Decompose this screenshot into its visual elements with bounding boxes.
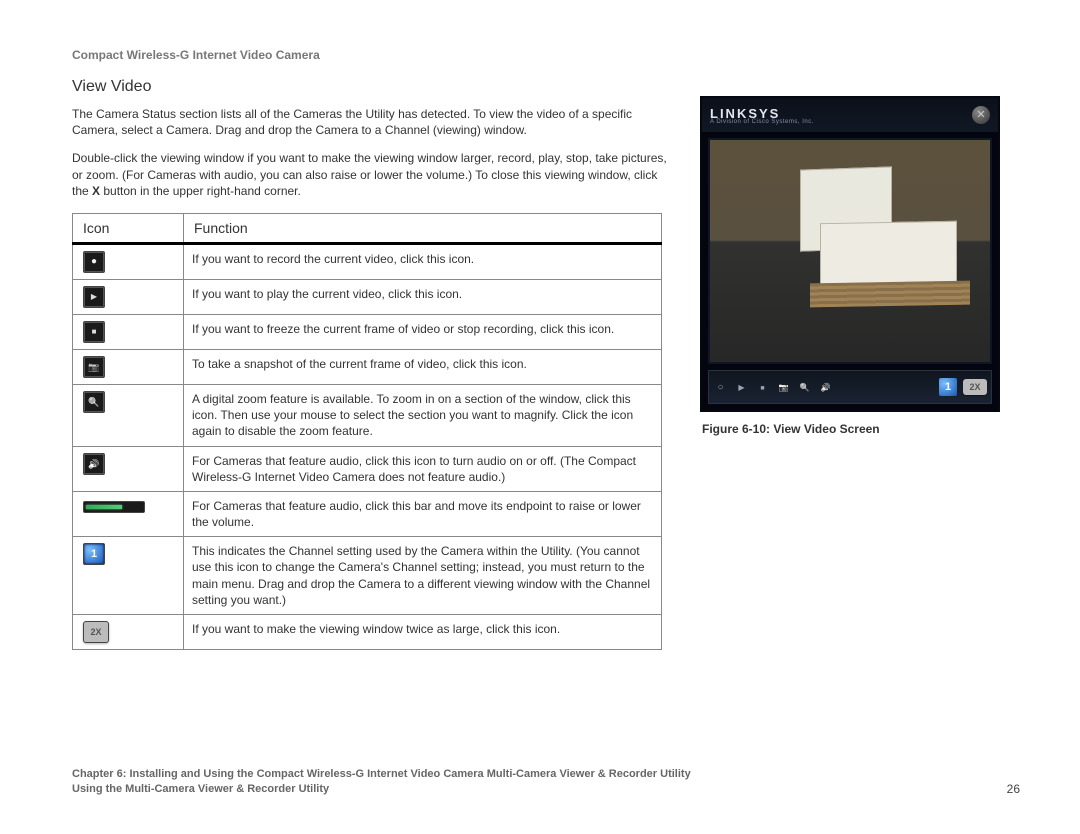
row-text: If you want to play the current video, c… xyxy=(184,279,662,314)
row-text: A digital zoom feature is available. To … xyxy=(184,384,662,446)
play-icon[interactable] xyxy=(734,380,749,395)
footer-line-2: Using the Multi-Camera Viewer & Recorder… xyxy=(72,782,691,796)
twox-icon[interactable] xyxy=(963,379,987,395)
video-content-stack xyxy=(810,281,970,308)
table-row: A digital zoom feature is available. To … xyxy=(73,384,662,446)
th-icon: Icon xyxy=(73,213,184,243)
audio-icon[interactable] xyxy=(818,380,833,395)
icon-function-table: Icon Function If you want to record the … xyxy=(72,213,662,650)
video-area[interactable] xyxy=(708,138,992,364)
figure-titlebar: LINKSYS A Division of Cisco Systems, Inc… xyxy=(702,98,998,132)
row-text: If you want to make the viewing window t… xyxy=(184,615,662,650)
para2-post: button in the upper right-hand corner. xyxy=(100,184,301,198)
twox-icon xyxy=(83,621,109,643)
stop-icon xyxy=(83,321,105,343)
row-text: If you want to freeze the current frame … xyxy=(184,314,662,349)
figure-window: LINKSYS A Division of Cisco Systems, Inc… xyxy=(700,96,1000,412)
zoom-icon[interactable] xyxy=(797,380,812,395)
snapshot-icon xyxy=(83,356,105,378)
figure-caption: Figure 6-10: View Video Screen xyxy=(700,422,1000,436)
paragraph-1: The Camera Status section lists all of t… xyxy=(72,106,672,138)
page-number: 26 xyxy=(1007,782,1020,796)
row-text: This indicates the Channel setting used … xyxy=(184,537,662,615)
table-row: To take a snapshot of the current frame … xyxy=(73,349,662,384)
play-icon xyxy=(83,286,105,308)
table-row: For Cameras that feature audio, click th… xyxy=(73,446,662,491)
close-icon[interactable] xyxy=(972,106,990,124)
channel-icon[interactable] xyxy=(939,378,957,396)
zoom-icon xyxy=(83,391,105,413)
table-row: If you want to freeze the current frame … xyxy=(73,314,662,349)
table-row: If you want to make the viewing window t… xyxy=(73,615,662,650)
channel-icon xyxy=(83,543,105,565)
page-footer: Chapter 6: Installing and Using the Comp… xyxy=(72,767,1020,796)
row-text: For Cameras that feature audio, click th… xyxy=(184,446,662,491)
volume-bar-icon xyxy=(83,501,145,513)
row-text: If you want to record the current video,… xyxy=(184,243,662,279)
controls-bar xyxy=(708,370,992,404)
footer-line-1: Chapter 6: Installing and Using the Comp… xyxy=(72,767,691,781)
table-row: If you want to play the current video, c… xyxy=(73,279,662,314)
paragraph-2: Double-click the viewing window if you w… xyxy=(72,150,672,199)
record-icon[interactable] xyxy=(713,380,728,395)
video-content-box xyxy=(820,221,957,285)
table-row: If you want to record the current video,… xyxy=(73,243,662,279)
section-title: View Video xyxy=(72,78,1020,96)
th-function: Function xyxy=(184,213,662,243)
row-text: For Cameras that feature audio, click th… xyxy=(184,491,662,536)
para2-bold: X xyxy=(92,184,100,198)
table-row: This indicates the Channel setting used … xyxy=(73,537,662,615)
row-text: To take a snapshot of the current frame … xyxy=(184,349,662,384)
table-row: For Cameras that feature audio, click th… xyxy=(73,491,662,536)
record-icon xyxy=(83,251,105,273)
stop-icon[interactable] xyxy=(755,380,770,395)
audio-icon xyxy=(83,453,105,475)
page-header: Compact Wireless-G Internet Video Camera xyxy=(72,48,1020,62)
brand-subtitle: A Division of Cisco Systems, Inc. xyxy=(710,119,814,125)
snapshot-icon[interactable] xyxy=(776,380,791,395)
